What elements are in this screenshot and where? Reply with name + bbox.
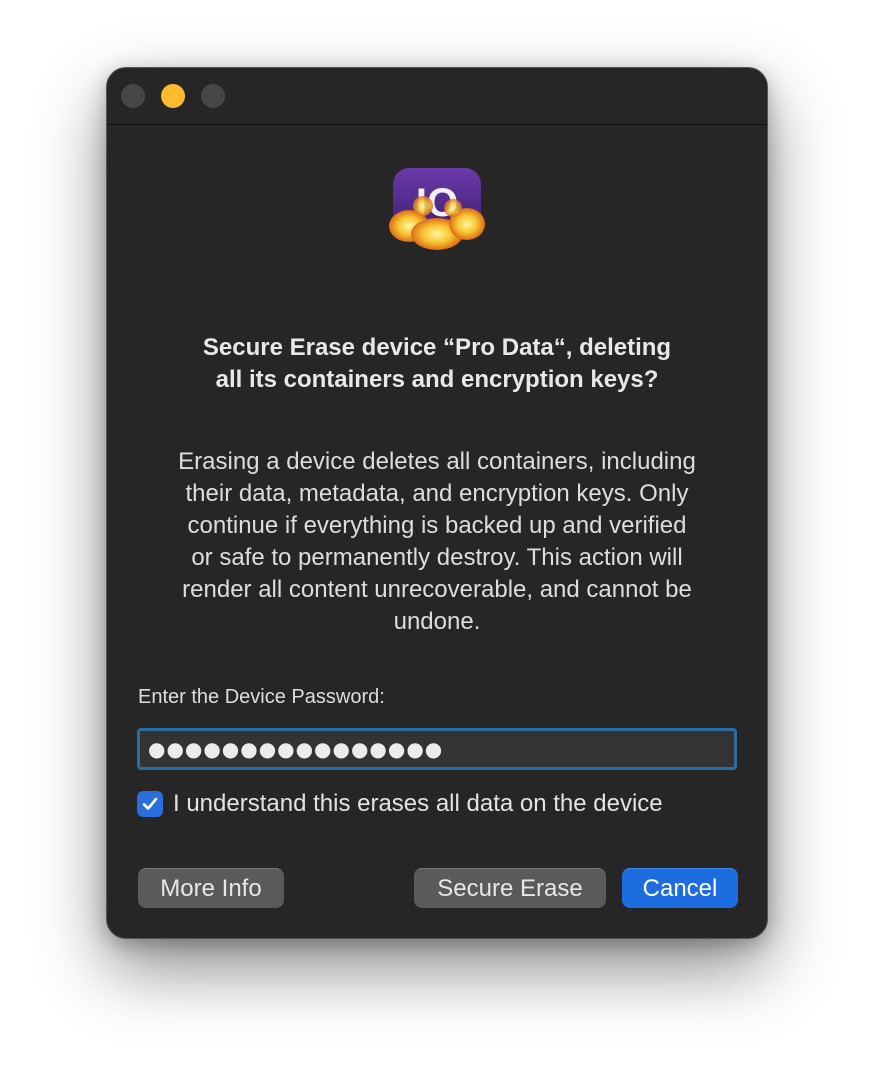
message-line: undone. xyxy=(393,608,481,635)
more-info-button[interactable]: More Info xyxy=(138,868,284,908)
alert-dialog: IO Secure Erase device “Pro Data“, delet… xyxy=(106,67,768,939)
dialog-title-line: all its containers and encryption keys? xyxy=(215,366,659,393)
device-password-field[interactable]: ●●●●●●●●●●●●●●●● xyxy=(137,728,737,770)
message-line: Erasing a device deletes all containers,… xyxy=(178,448,696,475)
confirm-erase-label[interactable]: I understand this erases all data on the… xyxy=(173,790,663,818)
dialog-title: Secure Erase device “Pro Data“, deleting… xyxy=(147,332,727,396)
zoom-window-button[interactable] xyxy=(201,84,225,108)
confirm-erase-row[interactable]: I understand this erases all data on the… xyxy=(137,789,663,819)
dialog-message: Erasing a device deletes all containers,… xyxy=(137,446,737,638)
message-line: render all content unrecoverable, and ca… xyxy=(182,576,692,603)
secure-erase-button[interactable]: Secure Erase xyxy=(414,868,606,908)
minimize-window-button[interactable] xyxy=(161,84,185,108)
cancel-button[interactable]: Cancel xyxy=(622,868,738,908)
message-line: continue if everything is backed up and … xyxy=(187,512,687,539)
burning-disk-app-icon: IO xyxy=(389,168,485,250)
message-line: their data, metadata, and encryption key… xyxy=(185,480,689,507)
screen: IO Secure Erase device “Pro Data“, delet… xyxy=(0,0,874,1078)
close-window-button[interactable] xyxy=(121,84,145,108)
confirm-erase-checkbox[interactable] xyxy=(137,791,163,817)
checkmark-icon xyxy=(142,797,158,810)
dialog-title-line: Secure Erase device “Pro Data“, deleting xyxy=(202,334,672,361)
password-label: Enter the Device Password: xyxy=(138,686,385,708)
message-line: or safe to permanently destroy. This act… xyxy=(191,544,683,571)
title-bar xyxy=(107,68,767,125)
